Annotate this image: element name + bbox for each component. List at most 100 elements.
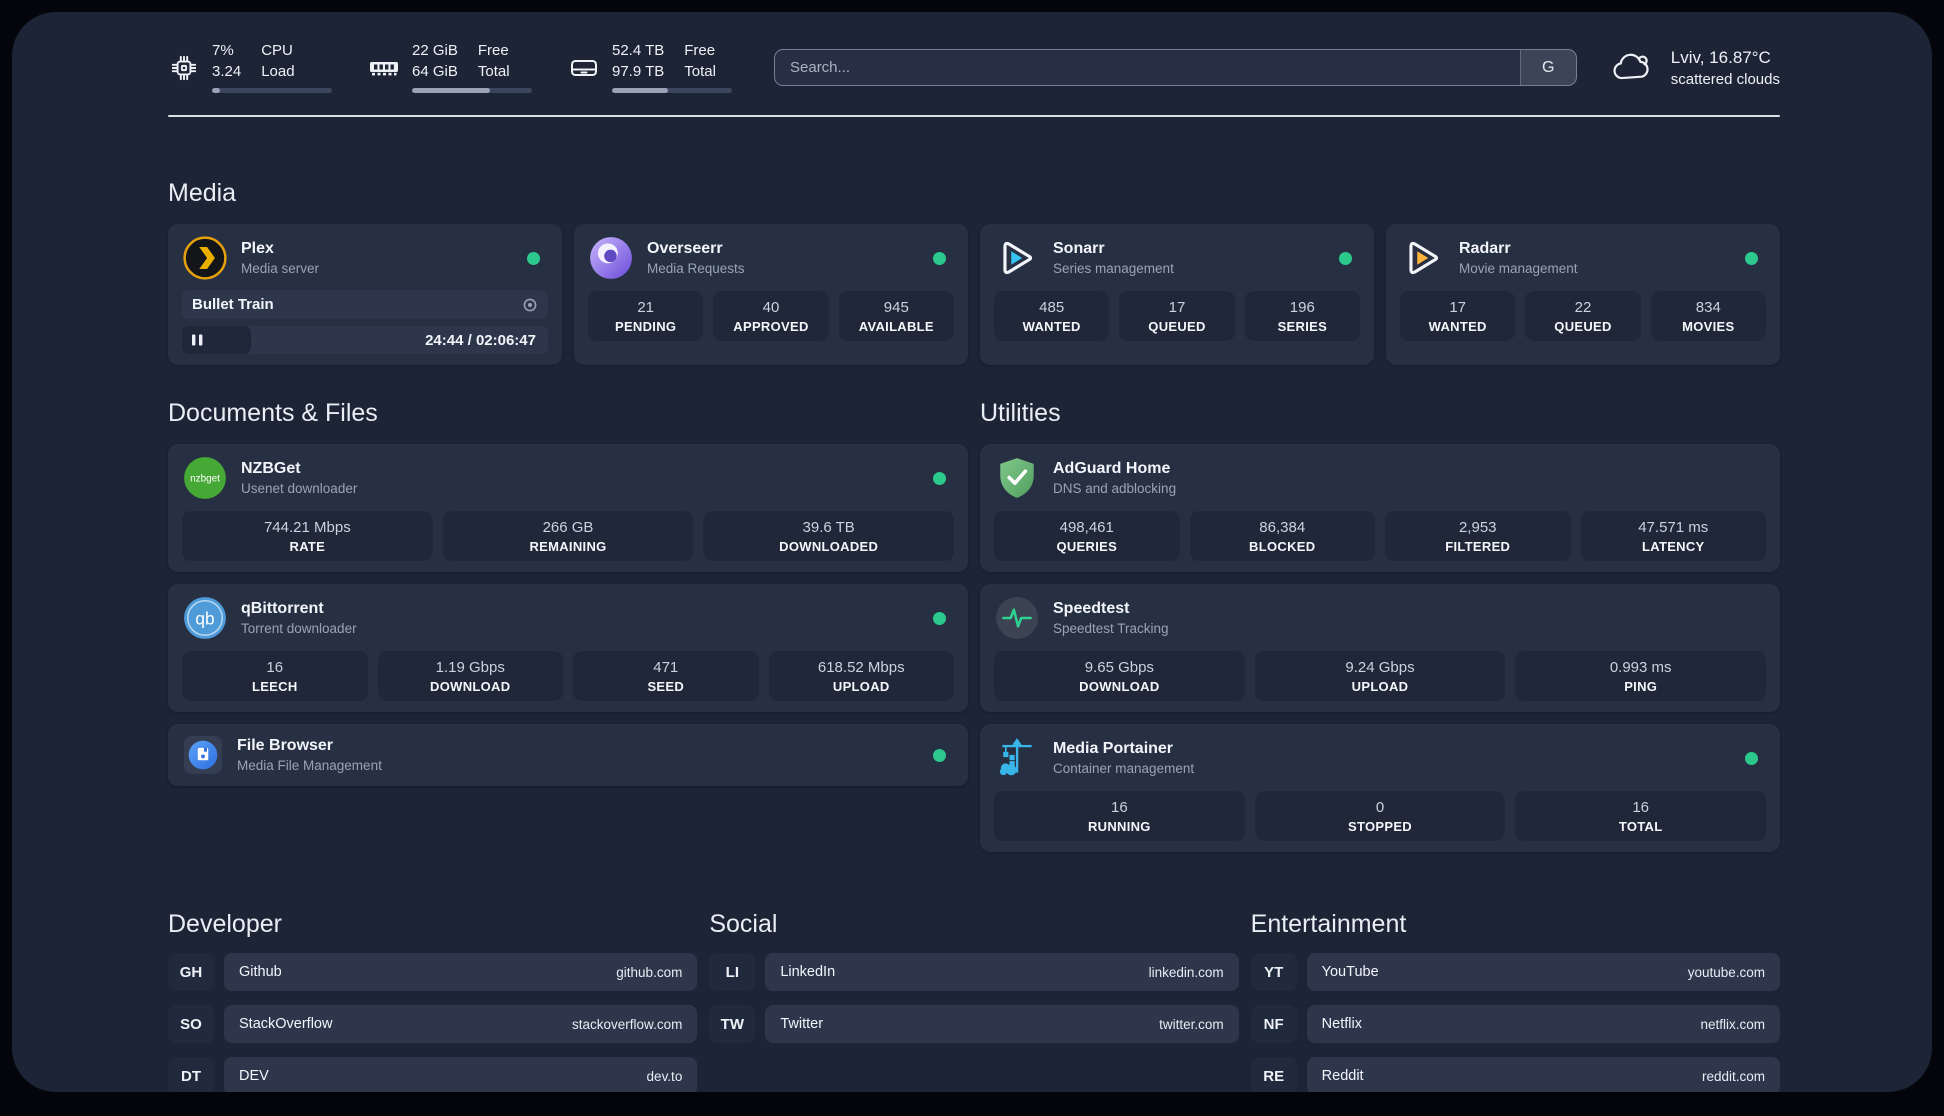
memory-icon (368, 52, 400, 84)
status-badge (527, 251, 540, 265)
header: 7% 3.24 CPU Load 22 GiB 64 GiB Free Tota… (168, 42, 1780, 93)
stat-available: 945 AVAILABLE (838, 291, 954, 341)
disk-progress-bar (612, 88, 732, 93)
stat-pending: 21 PENDING (588, 291, 704, 341)
memory-stat: 22 GiB 64 GiB Free Total (368, 42, 532, 93)
app-name: NZBGet (241, 460, 301, 477)
link-name: DEV (239, 1068, 269, 1084)
cpu-progress-bar (212, 88, 332, 93)
disk-icon (568, 52, 600, 84)
search-bar: G (774, 49, 1577, 86)
link-row-twitter[interactable]: TW Twitter twitter.com (709, 1005, 1239, 1043)
header-divider (168, 115, 1780, 117)
stat-remaining: 266 GB REMAINING (442, 511, 694, 561)
app-name: AdGuard Home (1053, 460, 1171, 477)
stat-queries: 498,461 QUERIES (994, 511, 1180, 561)
app-card-filebrowser[interactable]: File Browser Media File Management (168, 724, 968, 786)
app-name: Sonarr (1053, 240, 1105, 257)
memory-free-label: Free (477, 42, 509, 59)
link-row-github[interactable]: GH Github github.com (168, 953, 698, 991)
link-name: Reddit (1321, 1068, 1364, 1084)
stat-leech: 16 LEECH (182, 651, 368, 701)
stat-movies: 834 MOVIES (1650, 291, 1766, 341)
link-tag: TW (709, 1005, 756, 1043)
app-name: Overseerr (647, 240, 723, 257)
link-row-netflix[interactable]: NF Netflix netflix.com (1250, 1005, 1780, 1043)
qbittorrent-icon: qb (182, 595, 228, 641)
link-name: Github (239, 964, 282, 980)
status-badge (933, 471, 946, 485)
app-card-radarr[interactable]: Radarr Movie management 17 WANTED 22 QUE… (1386, 224, 1780, 365)
link-url: youtube.com (1687, 964, 1765, 980)
link-row-reddit[interactable]: RE Reddit reddit.com (1250, 1057, 1780, 1092)
stat-upload: 9.24 Gbps UPLOAD (1254, 651, 1506, 701)
radarr-icon (1400, 235, 1446, 281)
link-row-stackoverflow[interactable]: SO StackOverflow stackoverflow.com (168, 1005, 698, 1043)
now-playing-detail-icon[interactable] (522, 297, 538, 313)
memory-free-value: 22 GiB (412, 42, 458, 59)
stat-blocked: 86,384 BLOCKED (1189, 511, 1375, 561)
stat-approved: 40 APPROVED (713, 291, 829, 341)
stat-stopped: 0 STOPPED (1254, 791, 1506, 841)
section-title-social: Social (709, 910, 778, 938)
app-subtitle: Media Requests (647, 261, 745, 276)
status-badge (933, 251, 946, 265)
disk-total-value: 97.9 TB (612, 63, 665, 80)
stat-upload: 618.52 Mbps UPLOAD (768, 651, 954, 701)
link-url: reddit.com (1701, 1068, 1765, 1084)
stat-rate: 744.21 Mbps RATE (182, 511, 433, 561)
status-badge (1745, 251, 1758, 265)
section-title-utilities: Utilities (980, 399, 1061, 427)
link-row-dev[interactable]: DT DEV dev.to (168, 1057, 698, 1092)
app-card-qbittorrent[interactable]: qb qBittorrent Torrent downloader 16 LEE… (168, 584, 968, 712)
section-title-developer: Developer (168, 910, 282, 938)
status-badge (1745, 751, 1758, 765)
app-subtitle: Media File Management (237, 758, 382, 773)
link-tag: DT (168, 1057, 214, 1092)
cpu-stat: 7% 3.24 CPU Load (168, 42, 332, 93)
now-playing-title: Bullet Train (192, 296, 274, 313)
link-tag: YT (1250, 953, 1297, 991)
app-card-sonarr[interactable]: Sonarr Series management 485 WANTED 17 Q… (980, 224, 1374, 365)
link-name: StackOverflow (239, 1016, 333, 1032)
link-row-linkedin[interactable]: LI LinkedIn linkedin.com (709, 953, 1239, 991)
status-badge (933, 748, 946, 762)
app-card-portainer[interactable]: Media Portainer Container management 16 … (980, 724, 1780, 852)
link-row-youtube[interactable]: YT YouTube youtube.com (1250, 953, 1780, 991)
memory-total-value: 64 GiB (412, 63, 458, 80)
stat-seed: 471 SEED (573, 651, 759, 701)
app-card-overseerr[interactable]: Overseerr Media Requests 21 PENDING 40 A… (574, 224, 968, 365)
svg-text:qb: qb (195, 608, 214, 628)
weather-condition: scattered clouds (1670, 70, 1780, 88)
link-tag: SO (168, 1005, 214, 1043)
app-card-speedtest[interactable]: Speedtest Speedtest Tracking 9.65 Gbps D… (980, 584, 1780, 712)
app-card-nzbget[interactable]: nzbget NZBGet Usenet downloader 744.21 M… (168, 444, 968, 572)
nzbget-icon: nzbget (182, 455, 228, 501)
search-input[interactable] (775, 50, 1520, 85)
svg-text:nzbget: nzbget (190, 474, 220, 485)
app-subtitle: Speedtest Tracking (1053, 621, 1169, 636)
link-name: Netflix (1321, 1016, 1362, 1032)
app-card-plex[interactable]: Plex Media server Bullet Train 24:44 / 0… (168, 224, 562, 365)
app-card-adguard[interactable]: AdGuard Home DNS and adblocking 498,461 … (980, 444, 1780, 572)
cpu-usage-label: CPU (261, 42, 293, 59)
link-url: twitter.com (1159, 1016, 1224, 1032)
link-sections: Developer GH Github github.com SO StackO… (168, 910, 1780, 1092)
app-name: Radarr (1459, 240, 1511, 257)
now-playing-row: Bullet Train (182, 290, 548, 319)
link-name: Twitter (780, 1016, 824, 1032)
stat-wanted: 485 WANTED (994, 291, 1110, 341)
stat-latency: 47.571 ms LATENCY (1580, 511, 1766, 561)
dashboard-panel: 7% 3.24 CPU Load 22 GiB 64 GiB Free Tota… (12, 12, 1932, 1092)
search-engine-button[interactable]: G (1519, 50, 1576, 85)
playback-elapsed-fill (182, 326, 252, 354)
status-badge (1339, 251, 1352, 265)
link-tag: NF (1250, 1005, 1297, 1043)
memory-progress-bar (412, 88, 532, 93)
app-name: Media Portainer (1053, 740, 1174, 757)
link-tag: GH (168, 953, 214, 991)
pause-icon[interactable] (192, 334, 203, 346)
stat-downloaded: 39.6 TB DOWNLOADED (703, 511, 955, 561)
stat-download: 9.65 Gbps DOWNLOAD (994, 651, 1245, 701)
stat-filtered: 2,953 FILTERED (1385, 511, 1571, 561)
